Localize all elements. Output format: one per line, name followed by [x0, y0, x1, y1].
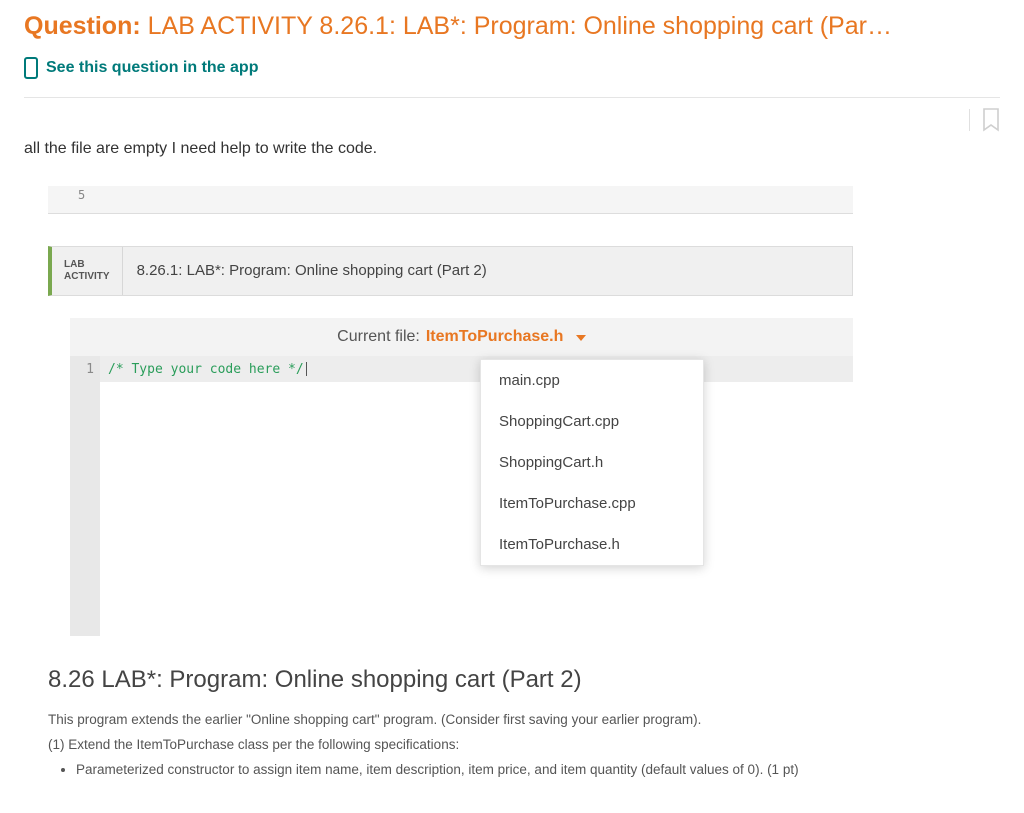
see-in-app-label: See this question in the app [46, 59, 258, 77]
see-in-app-link[interactable]: See this question in the app [24, 57, 1000, 79]
editor-sliver: 5 [48, 186, 853, 214]
line-number: 1 [86, 362, 94, 377]
lab-header: LAB ACTIVITY 8.26.1: LAB*: Program: Onli… [48, 246, 853, 296]
code-placeholder-comment: /* Type your code here */ [108, 362, 304, 377]
dropdown-item[interactable]: ShoppingCart.h [481, 442, 703, 483]
description-paragraph: This program extends the earlier "Online… [48, 712, 1000, 727]
dropdown-item[interactable]: main.cpp [481, 360, 703, 401]
lab-activity-panel: 5 LAB ACTIVITY 8.26.1: LAB*: Program: On… [48, 186, 853, 636]
question-label: Question: [24, 12, 148, 40]
dropdown-item[interactable]: ItemToPurchase.cpp [481, 483, 703, 524]
code-editor[interactable]: 1 /* Type your code here */ [70, 356, 853, 636]
phone-icon [24, 57, 38, 79]
line-gutter: 1 [70, 356, 100, 636]
chevron-down-icon [576, 335, 586, 341]
lab-activity-badge: LAB ACTIVITY [52, 247, 123, 295]
file-dropdown: main.cpp ShoppingCart.cpp ShoppingCart.h… [480, 359, 704, 566]
description-bullet: Parameterized constructor to assign item… [76, 762, 1000, 777]
description-paragraph: (1) Extend the ItemToPurchase class per … [48, 737, 1000, 752]
code-empty-area [100, 382, 853, 636]
dropdown-item[interactable]: ShoppingCart.cpp [481, 401, 703, 442]
badge-line2: ACTIVITY [64, 271, 110, 283]
lab-title: 8.26.1: LAB*: Program: Online shopping c… [123, 247, 487, 295]
question-text: LAB ACTIVITY 8.26.1: LAB*: Program: Onli… [148, 12, 892, 40]
question-title: Question: LAB ACTIVITY 8.26.1: LAB*: Pro… [24, 10, 1000, 43]
sliver-line-number: 5 [78, 188, 85, 202]
code-line: /* Type your code here */ [100, 356, 853, 382]
question-body-text: all the file are empty I need help to wr… [24, 140, 1000, 158]
separator [969, 109, 970, 131]
description-heading: 8.26 LAB*: Program: Online shopping cart… [48, 666, 1000, 694]
badge-line1: LAB [64, 259, 110, 271]
current-file-name: ItemToPurchase.h [426, 328, 564, 345]
current-file-selector[interactable]: ItemToPurchase.h [426, 328, 586, 346]
current-file-label: Current file: [337, 328, 420, 346]
text-cursor [306, 362, 307, 376]
current-file-bar: Current file: ItemToPurchase.h main.cpp … [70, 318, 853, 356]
lab-description: 8.26 LAB*: Program: Online shopping cart… [48, 666, 1000, 777]
bookmark-icon[interactable] [982, 108, 1000, 132]
dropdown-item[interactable]: ItemToPurchase.h [481, 524, 703, 565]
